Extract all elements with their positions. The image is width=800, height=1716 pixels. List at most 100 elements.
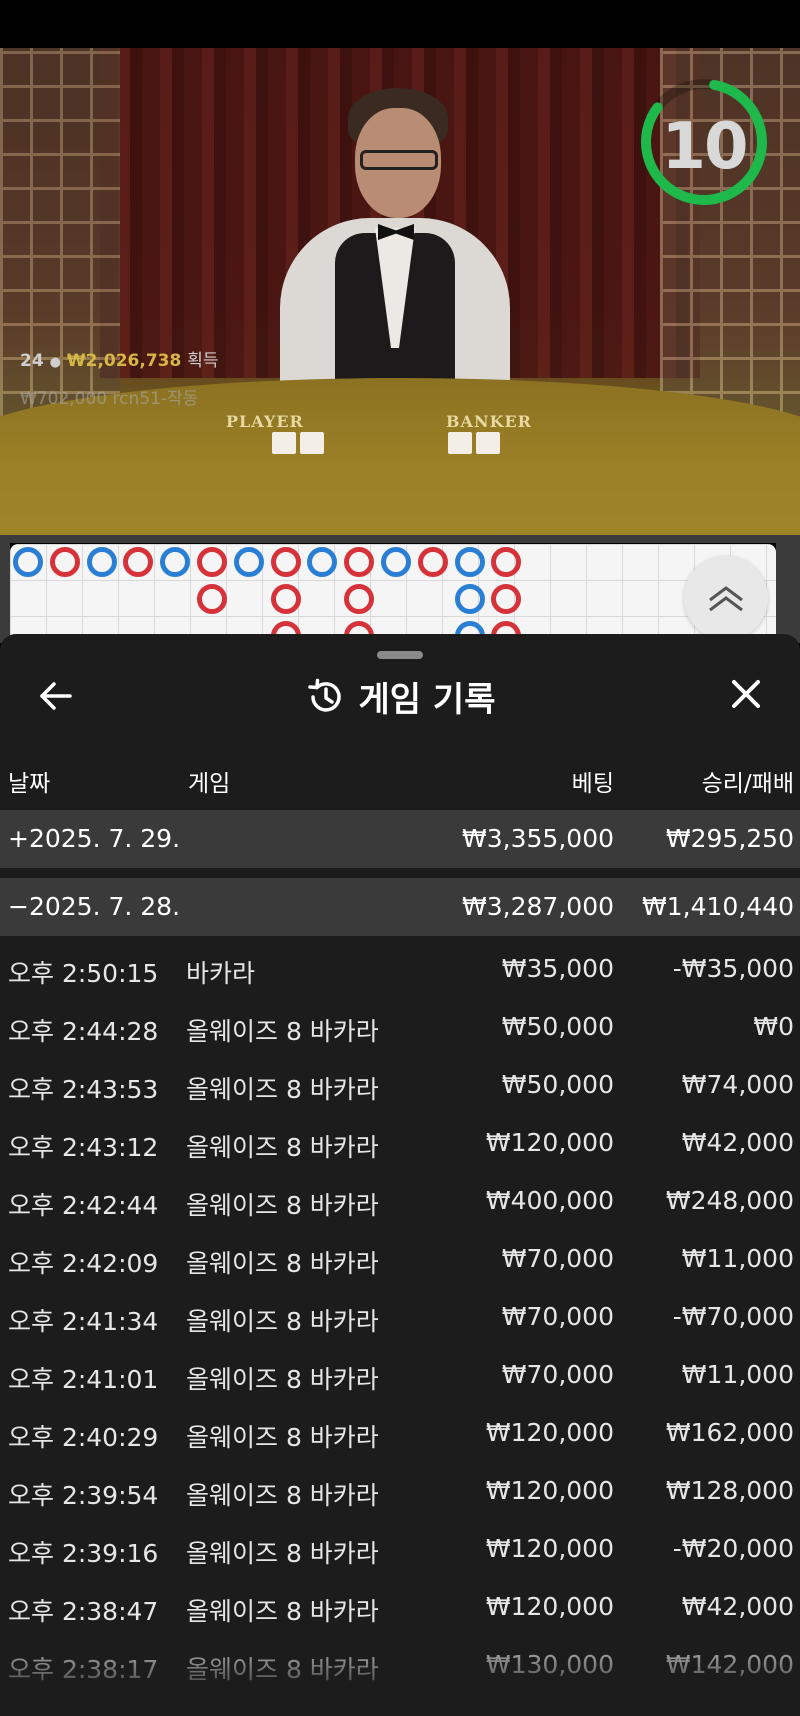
row-bet: ₩70,000 (501, 1244, 614, 1273)
history-row[interactable]: 오후 2:38:17 올웨이즈 8 바카라 ₩130,000 ₩142,000 (0, 1638, 800, 1694)
history-row[interactable]: 오후 2:39:54 올웨이즈 8 바카라 ₩120,000 ₩128,000 (0, 1464, 800, 1520)
lattice-screen-left (0, 48, 120, 428)
player-bead (454, 583, 485, 614)
row-winloss: ₩42,000 (681, 1128, 794, 1157)
row-time: 오후 2:41:34 (8, 1307, 159, 1336)
row-bet: ₩50,000 (501, 1070, 614, 1099)
player-bead (13, 547, 43, 577)
row-game: 올웨이즈 8 바카라 (186, 1539, 379, 1568)
row-game: 올웨이즈 8 바카라 (186, 1017, 379, 1046)
row-game: 올웨이즈 8 바카라 (186, 1481, 379, 1510)
banker-area-label: BANKER (446, 412, 532, 431)
row-winloss: ₩11,000 (681, 1360, 794, 1389)
sheet-grabber[interactable] (377, 651, 423, 659)
row-winloss: ₩248,000 (665, 1186, 794, 1215)
history-row[interactable]: 오후 2:39:16 올웨이즈 8 바카라 ₩120,000 -₩20,000 (0, 1522, 800, 1578)
close-button[interactable] (726, 674, 766, 714)
history-row[interactable]: 오후 2:43:53 올웨이즈 8 바카라 ₩50,000 ₩74,000 (0, 1058, 800, 1114)
row-winloss: ₩11,000 (681, 1244, 794, 1273)
player-bead (86, 547, 117, 577)
row-winloss: -₩20,000 (672, 1534, 794, 1563)
row-winloss: ₩162,000 (665, 1418, 794, 1447)
row-game: 바카라 (186, 959, 256, 988)
row-time: 오후 2:42:09 (8, 1249, 159, 1278)
row-bet: ₩120,000 (485, 1476, 614, 1505)
banker-bead (197, 547, 227, 577)
banker-bead (417, 547, 448, 577)
row-game: 올웨이즈 8 바카라 (186, 1249, 379, 1278)
row-game: 올웨이즈 8 바카라 (186, 1133, 379, 1162)
row-winloss: -₩70,000 (672, 1302, 794, 1331)
history-row[interactable]: 오후 2:50:15 바카라 ₩35,000 -₩35,000 (0, 942, 800, 998)
banker-bead (491, 547, 522, 577)
row-time: 오후 2:43:12 (8, 1133, 159, 1162)
row-game: 올웨이즈 8 바카라 (186, 1191, 379, 1220)
group-winloss: ₩1,410,440 (642, 892, 794, 921)
row-bet: ₩400,000 (485, 1186, 614, 1215)
history-icon (307, 678, 341, 712)
banker-bead (123, 547, 154, 577)
player-bead (233, 547, 264, 577)
row-bet: ₩120,000 (485, 1128, 614, 1157)
live-video[interactable]: PLAYER BANKER 10 24 ● ₩2,026,738 획득 ₩702… (0, 48, 800, 535)
winners-count: 24 (20, 351, 44, 371)
roadmap-border (0, 543, 10, 643)
row-game: 올웨이즈 8 바카라 (186, 1597, 379, 1626)
group-bet: ₩3,287,000 (462, 892, 614, 921)
history-row[interactable]: 오후 2:41:01 올웨이즈 8 바카라 ₩70,000 ₩11,000 (0, 1348, 800, 1404)
winners-amount: ₩2,026,738 (66, 351, 182, 371)
scroll-up-button[interactable] (684, 556, 768, 640)
row-game: 올웨이즈 8 바카라 (186, 1655, 379, 1684)
player-bead (381, 547, 411, 577)
row-time: 오후 2:39:54 (8, 1481, 159, 1510)
column-header-winloss: 승리/패배 (701, 771, 794, 797)
history-row[interactable]: 오후 2:43:12 올웨이즈 8 바카라 ₩120,000 ₩42,000 (0, 1116, 800, 1172)
row-winloss: ₩42,000 (681, 1592, 794, 1621)
history-row[interactable]: 오후 2:41:34 올웨이즈 8 바카라 ₩70,000 -₩70,000 (0, 1290, 800, 1346)
banker-card (476, 432, 500, 454)
winners-label: 획득 (187, 351, 219, 371)
banker-bead (491, 583, 522, 614)
banker-bead (270, 547, 301, 577)
row-game: 올웨이즈 8 바카라 (186, 1307, 379, 1336)
group-date: −2025. 7. 28. (8, 892, 181, 921)
user-icon: ● (49, 355, 61, 370)
countdown-timer: 10 (661, 110, 748, 184)
history-row[interactable]: 오후 2:38:47 올웨이즈 8 바카라 ₩120,000 ₩42,000 (0, 1580, 800, 1636)
banker-bead (270, 583, 301, 614)
row-game: 올웨이즈 8 바카라 (186, 1075, 379, 1104)
player-card (272, 432, 296, 454)
group-date: +2025. 7. 29. (8, 824, 181, 853)
date-group-row[interactable]: +2025. 7. 29. ₩3,355,000 ₩295,250 (0, 810, 800, 868)
row-bet: ₩130,000 (485, 1650, 614, 1679)
row-winloss: ₩0 (753, 1012, 794, 1041)
page-title: 게임 기록 (358, 680, 496, 720)
row-time: 오후 2:38:17 (8, 1655, 159, 1684)
player-card (300, 432, 324, 454)
history-row[interactable]: 오후 2:42:09 올웨이즈 8 바카라 ₩70,000 ₩11,000 (0, 1232, 800, 1288)
player-bead (307, 547, 338, 577)
column-header-date: 날짜 (8, 771, 51, 797)
history-row[interactable]: 오후 2:40:29 올웨이즈 8 바카라 ₩120,000 ₩162,000 (0, 1406, 800, 1462)
row-game: 올웨이즈 8 바카라 (186, 1423, 379, 1452)
banker-card (448, 432, 472, 454)
history-row[interactable]: 오후 2:42:44 올웨이즈 8 바카라 ₩400,000 ₩248,000 (0, 1174, 800, 1230)
row-winloss: -₩35,000 (672, 954, 794, 983)
row-bet: ₩120,000 (485, 1534, 614, 1563)
banker-bead (344, 583, 375, 614)
close-icon (732, 680, 760, 708)
row-time: 오후 2:38:47 (8, 1597, 159, 1626)
row-winloss: ₩142,000 (665, 1650, 794, 1679)
bead-road[interactable] (10, 544, 776, 644)
row-game: 올웨이즈 8 바카라 (186, 1365, 379, 1394)
row-winloss: ₩128,000 (665, 1476, 794, 1505)
group-bet: ₩3,355,000 (462, 824, 614, 853)
column-header-game: 게임 (188, 771, 231, 797)
status-bar (0, 0, 800, 48)
winners-ticker: ₩702,000 rcn51-작동 (20, 389, 199, 409)
date-group-row[interactable]: −2025. 7. 28. ₩3,287,000 ₩1,410,440 (0, 878, 800, 936)
roadmap-border (0, 535, 800, 543)
row-bet: ₩35,000 (501, 954, 614, 983)
roadmap-border (776, 543, 800, 643)
history-row[interactable]: 오후 2:44:28 올웨이즈 8 바카라 ₩50,000 ₩0 (0, 1000, 800, 1056)
